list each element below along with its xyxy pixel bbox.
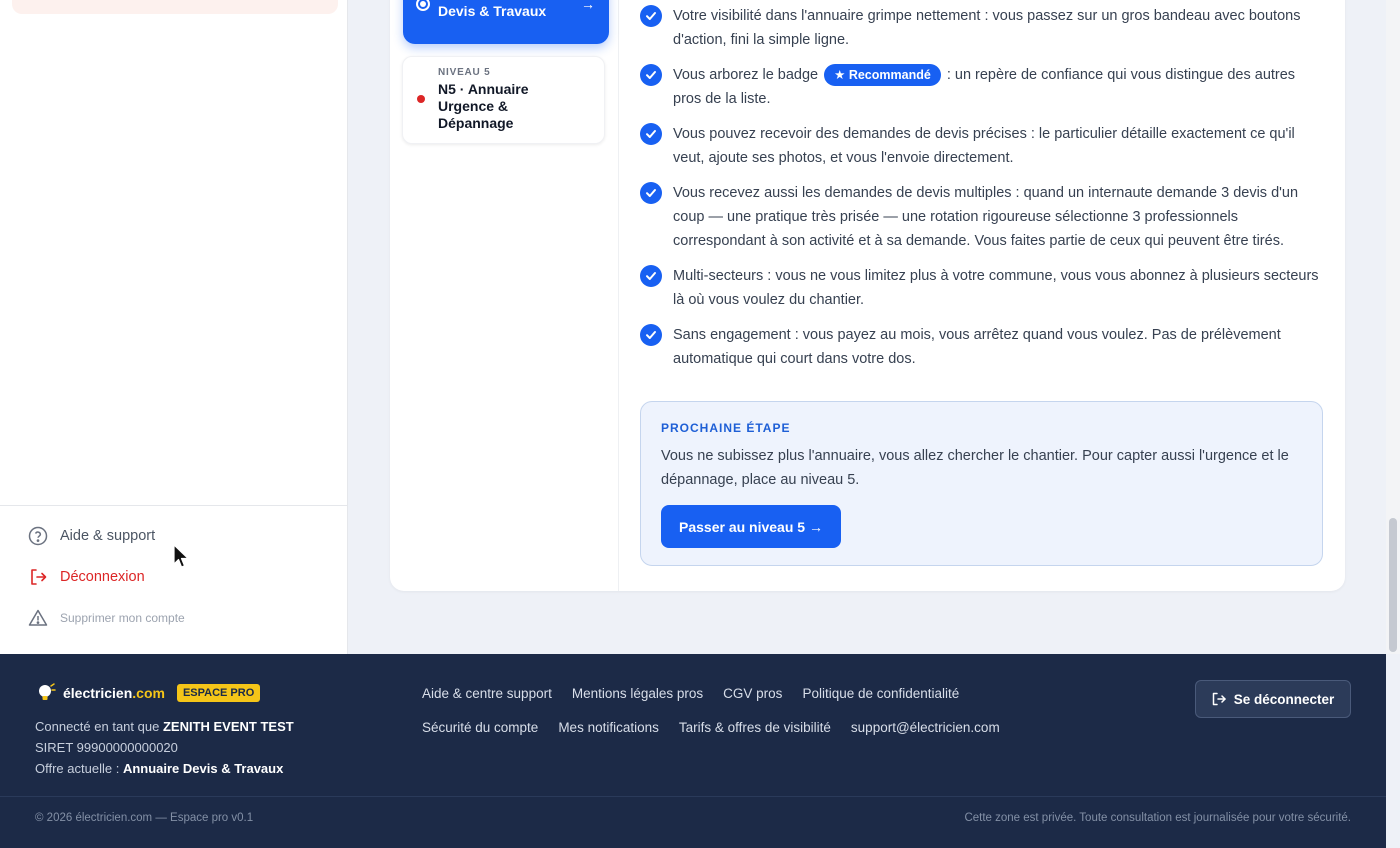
account-info: Connecté en tant que ZENITH EVENT TEST S…: [35, 716, 294, 779]
footer-link-notifications[interactable]: Mes notifications: [558, 720, 659, 735]
footer-divider: [0, 796, 1386, 797]
privacy-note: Cette zone est privée. Toute consultatio…: [964, 812, 1351, 824]
offer-details-card: N4 · Annuaire Devis & Travaux → NIVEAU 5…: [390, 0, 1345, 591]
upgrade-level-5-button[interactable]: Passer au niveau 5 →: [661, 505, 841, 548]
level-selected-radio: [416, 0, 430, 11]
brand-main: électricien: [63, 685, 133, 701]
espace-pro-badge: ESPACE PRO: [176, 684, 261, 702]
card-divider: [618, 0, 619, 591]
brand-name: électricien.com: [63, 685, 165, 701]
offer-prefix: Offre actuelle :: [35, 761, 120, 776]
benefit-text: Vous pouvez recevoir des demandes de dev…: [673, 126, 1295, 166]
footer-link-cgv[interactable]: CGV pros: [723, 686, 782, 701]
copyright: © 2026 électricien.com — Espace pro v0.1: [35, 812, 254, 824]
level-4-label: N4 · Annuaire Devis & Travaux: [438, 0, 547, 19]
footer-link-pricing[interactable]: Tarifs & offres de visibilité: [679, 720, 831, 735]
footer-link-privacy[interactable]: Politique de confidentialité: [802, 686, 959, 701]
arrow-right-icon: →: [581, 0, 595, 12]
current-offer: Offre actuelle : Annuaire Devis & Travau…: [35, 758, 294, 779]
benefit-text: Multi-secteurs : vous ne vous limitez pl…: [673, 268, 1319, 308]
check-icon: [640, 265, 662, 287]
benefit-item: Sans engagement : vous payez au mois, vo…: [640, 323, 1320, 371]
help-support-label: Aide & support: [60, 528, 156, 544]
footer-brand[interactable]: électricien.com ESPACE PRO: [35, 682, 261, 704]
delete-account-link[interactable]: Supprimer mon compte: [28, 608, 185, 628]
delete-account-label: Supprimer mon compte: [60, 611, 185, 625]
next-step-text: Vous ne subissez plus l'annuaire, vous a…: [661, 448, 1289, 488]
level-5-kicker: NIVEAU 5: [438, 67, 491, 78]
lightbulb-icon: [39, 683, 56, 700]
next-step-box: PROCHAINE ÉTAPE Vous ne subissez plus l'…: [640, 401, 1323, 566]
footer-logout-button[interactable]: Se déconnecter: [1195, 680, 1351, 718]
mouse-cursor-icon: [173, 544, 189, 568]
footer-link-help-center[interactable]: Aide & centre support: [422, 686, 552, 701]
connected-as: Connecté en tant que ZENITH EVENT TEST: [35, 716, 294, 737]
siret-number: SIRET 99900000000020: [35, 740, 178, 755]
benefit-item: Vous recevez aussi les demandes de devis…: [640, 181, 1320, 253]
benefit-item: Votre visibilité dans l'annuaire grimpe …: [640, 4, 1320, 52]
connected-prefix: Connecté en tant que: [35, 719, 160, 734]
footer-logout-label: Se déconnecter: [1233, 691, 1335, 707]
connected-name: ZENITH EVENT TEST: [162, 719, 294, 734]
warning-icon: [28, 609, 48, 626]
benefits-list: Votre visibilité dans l'annuaire grimpe …: [640, 4, 1320, 382]
brand-domain: .com: [132, 685, 165, 701]
footer-link-security[interactable]: Sécurité du compte: [422, 720, 538, 735]
page-scrollbar[interactable]: [1386, 0, 1400, 654]
help-circle-icon: [28, 526, 48, 546]
recommended-badge: ★ Recommandé: [824, 64, 941, 86]
level-5-label: N5 · Annuaire Urgence & Dépannage: [438, 81, 529, 131]
footer-link-support-email[interactable]: support@électricien.com: [851, 720, 1000, 735]
sidebar-active-item-tail[interactable]: [12, 0, 338, 14]
logout-label: Déconnexion: [60, 569, 145, 585]
check-icon: [640, 64, 662, 86]
footer-link-legal[interactable]: Mentions légales pros: [572, 686, 703, 701]
logout-link[interactable]: Déconnexion: [28, 567, 145, 587]
benefit-text: Vous recevez aussi les demandes de devis…: [673, 185, 1299, 249]
level-5-item[interactable]: NIVEAU 5 N5 · Annuaire Urgence & Dépanna…: [402, 56, 605, 144]
level-status-dot: [417, 95, 425, 103]
footer-links-row: Aide & centre support Mentions légales p…: [422, 686, 1122, 701]
logout-icon: [31, 569, 47, 585]
check-icon: [640, 5, 662, 27]
offer-name: Annuaire Devis & Travaux: [122, 761, 284, 776]
check-icon: [640, 324, 662, 346]
benefit-text: Votre visibilité dans l'annuaire grimpe …: [673, 8, 1301, 48]
benefit-text: Sans engagement : vous payez au mois, vo…: [673, 327, 1281, 367]
footer-links-row: Sécurité du compte Mes notifications Tar…: [422, 720, 1122, 735]
help-support-link[interactable]: Aide & support: [28, 526, 155, 546]
check-icon: [640, 123, 662, 145]
logout-icon: [1212, 692, 1226, 706]
level-4-item-active[interactable]: N4 · Annuaire Devis & Travaux →: [403, 0, 609, 44]
sidebar-footer: Aide & support Déconnexion Supprimer mon…: [0, 505, 348, 626]
scrollbar-thumb[interactable]: [1389, 518, 1397, 652]
benefit-text-before: Vous arborez le badge: [673, 67, 819, 83]
check-icon: [640, 182, 662, 204]
benefit-item: Vous arborez le badge ★ Recommandé : un …: [640, 63, 1320, 111]
next-step-kicker: PROCHAINE ÉTAPE: [661, 421, 791, 435]
benefit-item: Vous pouvez recevoir des demandes de dev…: [640, 122, 1320, 170]
benefit-item: Multi-secteurs : vous ne vous limitez pl…: [640, 264, 1320, 312]
site-footer: électricien.com ESPACE PRO Connecté en t…: [0, 654, 1386, 848]
footer-links: Aide & centre support Mentions légales p…: [422, 686, 1122, 754]
